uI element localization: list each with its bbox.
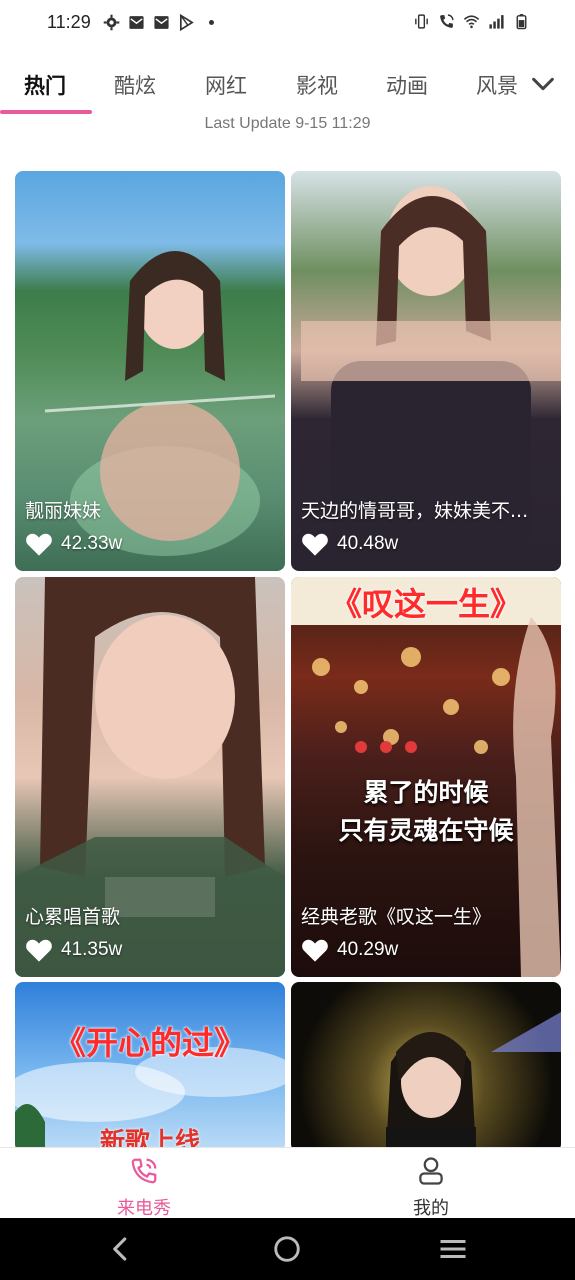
card-title: 靓丽妹妹 <box>25 500 102 522</box>
tab-scenery[interactable]: 风景 <box>476 70 518 100</box>
poster-title: 《叹这一生》 <box>329 585 522 623</box>
mail-icon <box>154 16 169 29</box>
wifi-call-icon <box>440 14 454 28</box>
likes-count: 40.48w <box>337 533 399 554</box>
video-card[interactable]: 天边的情哥哥，妹妹美不... 40.48w <box>291 171 561 571</box>
poster-line: 累了的时候 <box>363 778 489 807</box>
chevron-down-icon[interactable] <box>529 70 557 98</box>
last-update-text: Last Update 9-15 11:29 <box>204 115 371 132</box>
gear-icon <box>103 14 120 31</box>
card-title: 心累唱首歌 <box>25 906 121 928</box>
nav-call-show-label: 来电秀 <box>117 1198 171 1219</box>
video-card[interactable]: 靓丽妹妹 42.33w <box>15 171 285 571</box>
poster-title: 《开心的过》 <box>53 1024 246 1062</box>
signal-icon <box>489 15 504 29</box>
nav-mine-label: 我的 <box>413 1198 449 1219</box>
tab-hot[interactable]: 热门 <box>24 70 66 100</box>
play-store-icon <box>179 14 194 31</box>
card-likes: 40.48w <box>301 531 398 557</box>
active-tab-indicator <box>0 110 92 114</box>
vibrate-icon <box>415 14 428 29</box>
video-card[interactable]: 《开心的过》 新歌上线 <box>15 982 285 1152</box>
battery-icon <box>516 14 527 30</box>
system-navigation-bar <box>0 1218 575 1280</box>
likes-count: 41.35w <box>61 939 123 960</box>
tab-cool[interactable]: 酷炫 <box>114 70 156 100</box>
card-thumbnail <box>386 1012 561 1152</box>
card-likes: 40.29w <box>301 937 398 963</box>
status-bar: 11:29 <box>0 0 575 48</box>
home-icon[interactable] <box>272 1234 302 1264</box>
video-card[interactable] <box>291 982 561 1152</box>
likes-count: 40.29w <box>337 939 399 960</box>
back-icon[interactable] <box>106 1234 136 1264</box>
heart-icon <box>302 939 328 962</box>
poster-line: 只有灵魂在守候 <box>338 816 514 845</box>
heart-icon <box>26 939 52 962</box>
video-card[interactable]: 《叹这一生》 累了的时候 只有灵魂在守候 经典老歌《叹这一生》 40.29w <box>291 577 561 977</box>
user-icon <box>419 1157 443 1185</box>
bottom-navigation: 来电秀 我的 <box>0 1147 575 1220</box>
status-right-icons <box>413 13 530 30</box>
card-likes: 42.33w <box>25 531 122 557</box>
card-title: 经典老歌《叹这一生》 <box>301 906 492 928</box>
status-time: 11:29 <box>47 12 91 32</box>
category-tabs: 热门 酷炫 网红 影视 动画 风景 <box>0 60 575 118</box>
card-title: 天边的情哥哥，妹妹美不... <box>301 500 529 522</box>
nav-call-show[interactable]: 来电秀 <box>74 1156 214 1220</box>
tab-film[interactable]: 影视 <box>296 70 338 100</box>
heart-icon <box>26 533 52 556</box>
video-card[interactable]: 心累唱首歌 41.35w <box>15 577 285 977</box>
mail-icon <box>129 16 144 29</box>
tab-influencer[interactable]: 网红 <box>205 70 247 100</box>
dot-icon <box>209 20 214 25</box>
heart-icon <box>302 533 328 556</box>
status-left-icons <box>103 14 220 31</box>
card-likes: 41.35w <box>25 937 122 963</box>
nav-mine[interactable]: 我的 <box>361 1156 501 1220</box>
tab-animation[interactable]: 动画 <box>386 70 428 100</box>
wifi-icon <box>463 15 480 29</box>
recents-icon[interactable] <box>438 1234 468 1264</box>
phone-icon <box>131 1158 157 1184</box>
likes-count: 42.33w <box>61 533 123 554</box>
